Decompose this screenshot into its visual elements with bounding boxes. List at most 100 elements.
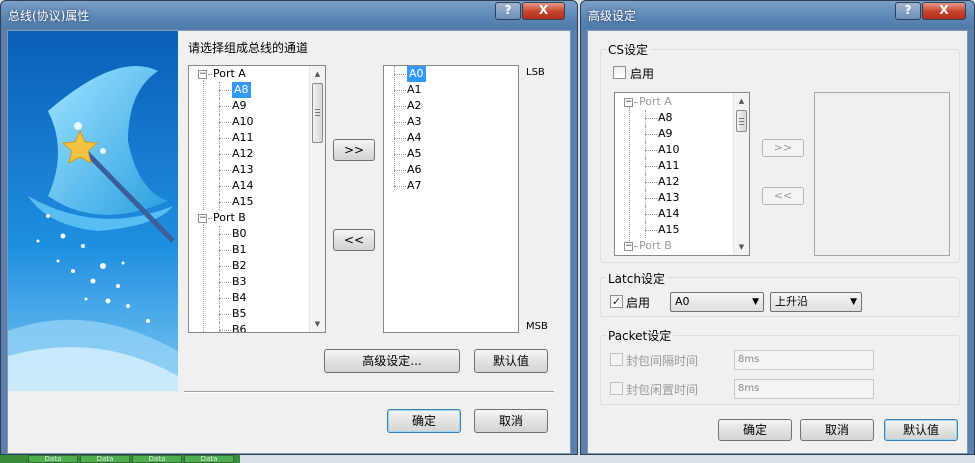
wizard-hat-illustration	[8, 31, 178, 391]
taskbar-item[interactable]: Data	[184, 455, 234, 463]
tree-item-label: B4	[232, 291, 247, 304]
title-bar[interactable]: 高级设定 ? X	[581, 1, 974, 29]
chevron-down-icon: ▼	[752, 297, 759, 307]
cs-add-button[interactable]: >>	[762, 139, 804, 157]
cs-enable-checkbox[interactable]	[613, 66, 626, 79]
scroll-thumb[interactable]	[736, 110, 747, 132]
ok-button[interactable]: 确定	[718, 419, 792, 441]
wizard-banner	[8, 31, 178, 391]
tree-group-label: Port A	[213, 67, 246, 80]
packet-interval-checkbox[interactable]	[610, 353, 623, 366]
selected-channel-label: A2	[407, 99, 422, 112]
selected-channel-label: A4	[407, 131, 422, 144]
help-button[interactable]: ?	[895, 2, 921, 20]
latch-channel-select[interactable]: A0 ▼	[670, 292, 764, 312]
tree-group-label: Port A	[639, 95, 672, 108]
cs-remove-button[interactable]: <<	[762, 187, 804, 205]
cs-selected-list[interactable]	[814, 92, 950, 256]
tree-item-label: A8	[232, 82, 251, 98]
packet-interval-input[interactable]: 8ms	[734, 350, 874, 370]
channel-prompt: 请选择组成总线的通道	[188, 41, 309, 55]
packet-idle-input[interactable]: 8ms	[734, 379, 874, 399]
add-channel-button[interactable]: >>	[333, 139, 375, 161]
tree-item-label: A11	[232, 131, 254, 144]
selected-channel-label: A7	[407, 179, 422, 192]
remove-channel-button[interactable]: <<	[333, 229, 375, 251]
packet-settings-label: Packet设定	[606, 327, 674, 344]
taskbar-item[interactable]: Data	[80, 455, 130, 463]
selected-channel-label: A6	[407, 163, 422, 176]
selected-channel-label: A0	[407, 66, 426, 82]
collapse-icon[interactable]: −	[198, 70, 207, 79]
tree-item-label: A9	[658, 127, 673, 140]
latch-edge-select[interactable]: 上升沿 ▼	[770, 292, 862, 312]
tree-item-label: B0	[232, 227, 247, 240]
collapse-icon[interactable]: −	[624, 242, 633, 251]
scroll-up-arrow[interactable]: ▲	[734, 93, 749, 109]
chevron-down-icon: ▼	[850, 297, 857, 307]
cancel-button[interactable]: 取消	[474, 409, 548, 433]
tree-item-label: A13	[658, 191, 680, 204]
dialog-body: CS设定 启用 − Port A A8 A9 A10 A11 A12 A13 A14 A15− Po…	[587, 30, 968, 454]
tree-item-label: A14	[232, 179, 254, 192]
dialog-body: 请选择组成总线的通道 − Port A A8 A9 A10 A11 A12 A13 A14 A15…	[7, 30, 571, 454]
latch-channel-value: A0	[675, 295, 690, 308]
latch-enable-checkbox[interactable]: ✓	[610, 295, 623, 308]
tree-group-label: Port B	[213, 211, 246, 224]
collapse-icon[interactable]: −	[624, 98, 633, 107]
scroll-up-arrow[interactable]: ▲	[310, 66, 325, 82]
tree-item-label: A11	[658, 159, 680, 172]
advanced-settings-dialog: 高级设定 ? X CS设定 启用 − Port A A8 A9 A10 A11 A12 A13…	[580, 0, 975, 455]
taskbar-item[interactable]: Data	[132, 455, 182, 463]
scroll-down-arrow[interactable]: ▼	[310, 316, 325, 332]
tree-item-label: B5	[232, 307, 247, 320]
packet-idle-checkbox[interactable]	[610, 382, 623, 395]
scroll-down-arrow[interactable]: ▼	[734, 239, 749, 255]
taskbar-item[interactable]: Data	[28, 455, 78, 463]
collapse-icon[interactable]: −	[198, 214, 207, 223]
selected-channels-list[interactable]: A0 A1 A2 A3 A4 A5 A6 A7	[383, 65, 519, 333]
cs-settings-label: CS设定	[606, 41, 650, 58]
tree-group-label: Port B	[639, 239, 672, 252]
latch-enable-label: 启用	[626, 296, 651, 310]
advanced-settings-button[interactable]: 高级设定...	[324, 349, 460, 373]
selected-channel-label: A3	[407, 115, 422, 128]
close-button[interactable]: X	[522, 2, 565, 20]
default-values-button[interactable]: 默认值	[474, 349, 548, 373]
tree-item-label: A13	[232, 163, 254, 176]
bus-properties-dialog: 总线(协议)属性 ? X 请选择组成总线的通道 − Port A A8 A9 A…	[0, 0, 578, 455]
tree-item-label: A15	[232, 195, 254, 208]
packet-idle-label: 封包闲置时间	[626, 383, 699, 397]
available-channels-tree[interactable]: − Port A A8 A9 A10 A11 A12 A13 A14 A15− Port B B0 B1…	[188, 65, 326, 333]
tree-item-label: A14	[658, 207, 680, 220]
divider	[184, 391, 554, 393]
cs-enable-label: 启用	[630, 67, 655, 81]
dialog-title: 总线(协议)属性	[8, 9, 90, 23]
close-button[interactable]: X	[922, 2, 966, 20]
selected-channel-label: A1	[407, 83, 422, 96]
latch-edge-value: 上升沿	[775, 295, 808, 308]
tree-item-label: A10	[658, 143, 680, 156]
latch-settings-label: Latch设定	[606, 270, 667, 287]
tree-item-label: A9	[232, 99, 247, 112]
default-values-button[interactable]: 默认值	[884, 419, 958, 441]
cs-tree-scrollbar[interactable]: ▲ ▼	[733, 93, 749, 255]
dialog-title: 高级设定	[588, 9, 637, 23]
tree-item-label: A8	[658, 111, 673, 124]
tree-item-label: B2	[232, 259, 247, 272]
tree-item-label: B6	[232, 323, 247, 333]
msb-label: MSB	[526, 321, 548, 332]
cs-channel-tree[interactable]: − Port A A8 A9 A10 A11 A12 A13 A14 A15− Port B ▲ ▼	[614, 92, 750, 256]
tree-item-label: A12	[658, 175, 680, 188]
background-taskbar: Data Data Data Data	[0, 455, 240, 463]
title-bar[interactable]: 总线(协议)属性 ? X	[1, 1, 577, 29]
tree-item-label: A15	[658, 223, 680, 236]
tree-scrollbar[interactable]: ▲ ▼	[309, 66, 325, 332]
selected-channel-label: A5	[407, 147, 422, 160]
cancel-button[interactable]: 取消	[800, 419, 874, 441]
ok-button[interactable]: 确定	[387, 409, 461, 433]
scroll-thumb[interactable]	[312, 83, 323, 143]
tree-item-label: A10	[232, 115, 254, 128]
help-button[interactable]: ?	[495, 2, 521, 20]
tree-item-label: A12	[232, 147, 254, 160]
